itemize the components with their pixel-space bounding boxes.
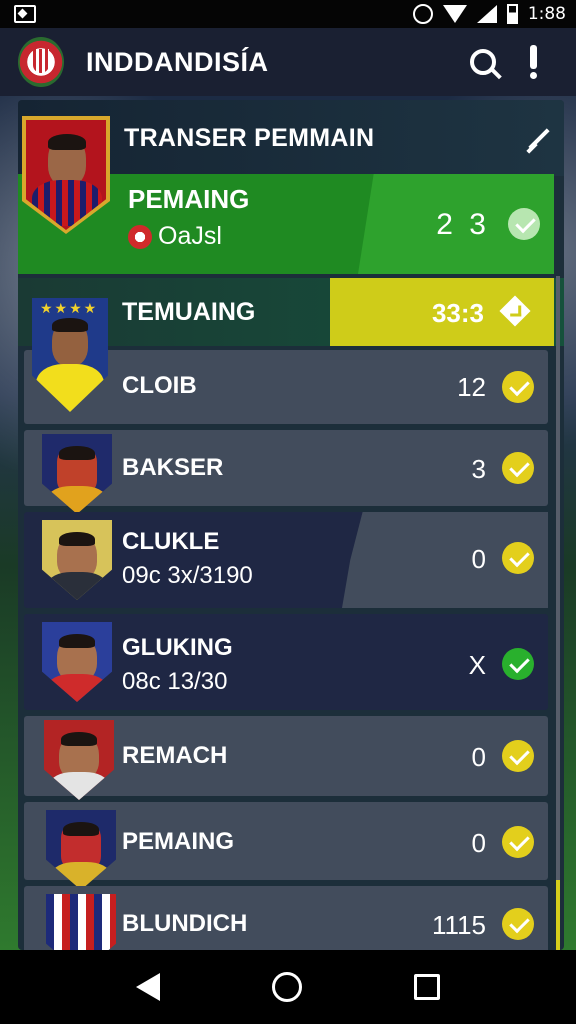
check-icon[interactable]: [502, 908, 534, 940]
check-icon[interactable]: [502, 740, 534, 772]
player-name: CLUKLE: [122, 528, 220, 555]
featured-player-value: 2 3: [436, 208, 490, 241]
player-value: 0: [471, 828, 486, 858]
player-value: 0: [471, 742, 486, 772]
check-icon[interactable]: [502, 542, 534, 574]
check-icon[interactable]: [508, 208, 540, 240]
player-crest: [46, 810, 116, 890]
home-icon[interactable]: [272, 972, 302, 1002]
player-crest: [44, 720, 114, 800]
alert-icon: [529, 45, 537, 79]
back-icon[interactable]: [136, 973, 160, 1001]
search-icon: [470, 49, 496, 75]
player-value: 0: [471, 544, 486, 574]
player-crest: [42, 520, 112, 600]
alert-button[interactable]: [508, 37, 558, 87]
secondary-player-name: TEMUAING: [122, 298, 256, 326]
player-row[interactable]: PEMAING 0: [24, 802, 548, 890]
player-crest: [46, 894, 116, 950]
edit-icon[interactable]: [518, 120, 558, 160]
club-logo: [18, 37, 64, 87]
player-row[interactable]: CLUKLE 09c 3x/3190 0: [24, 512, 548, 608]
player-stats: 09c 3x/3190: [122, 562, 253, 589]
player-name: PEMAING: [122, 828, 235, 855]
featured-player-club: OaJsl: [128, 222, 222, 251]
secondary-value-panel: 33:3: [330, 278, 554, 346]
featured-player-name: PEMAING: [128, 184, 250, 214]
secondary-player-value: 33:3: [431, 298, 484, 328]
check-icon[interactable]: [502, 648, 534, 680]
signal-icon: [476, 5, 497, 23]
recent-apps-icon[interactable]: [414, 974, 440, 1000]
gallery-notification-icon: [14, 5, 36, 23]
player-crest: [42, 622, 112, 702]
check-icon[interactable]: [502, 452, 534, 484]
player-name: GLUKING: [122, 634, 233, 661]
battery-icon: [506, 4, 518, 24]
stars-icon: ★★★★: [40, 300, 99, 316]
system-nav-bar: [0, 950, 576, 1024]
check-icon[interactable]: [502, 826, 534, 858]
search-button[interactable]: [458, 37, 508, 87]
player-crest: [42, 434, 112, 514]
player-stats: 08c 13/30: [122, 668, 228, 695]
player-name: BAKSER: [122, 454, 224, 481]
status-bar: 1:88: [0, 0, 576, 28]
player-name: CLOIB: [122, 372, 197, 399]
player-value: 12: [457, 372, 486, 402]
app-bar: INDDANDISÍA: [0, 28, 576, 96]
diamond-check-icon[interactable]: [499, 295, 531, 327]
featured-club-label: OaJsl: [158, 222, 222, 250]
transfer-panel: TRANSER PEMMAIN PEMAING OaJsl 2 3 TEMUAI…: [18, 100, 564, 950]
wifi-icon: [442, 5, 467, 23]
player-row[interactable]: REMACH 0: [24, 716, 548, 800]
player-row[interactable]: BLUNDICH 1115: [24, 886, 548, 950]
player-row[interactable]: BAKSER 3: [24, 430, 548, 514]
player-value: 1115: [432, 910, 486, 940]
panel-title: TRANSER PEMMAIN: [124, 124, 375, 152]
status-icons: 1:88: [412, 4, 566, 24]
player-row[interactable]: GLUKING 08c 13/30 X: [24, 614, 548, 710]
status-time: 1:88: [527, 4, 566, 24]
check-icon[interactable]: [502, 371, 534, 403]
player-name: BLUNDICH: [122, 910, 248, 937]
alarm-icon: [412, 4, 433, 24]
player-value: X: [468, 650, 486, 680]
player-value: 3: [471, 454, 486, 484]
scrollbar-track[interactable]: [556, 276, 560, 950]
scrollbar-thumb[interactable]: [556, 880, 560, 950]
club-crest-icon: [128, 224, 152, 249]
player-name: REMACH: [122, 742, 228, 769]
app-title: INDDANDISÍA: [86, 46, 269, 77]
